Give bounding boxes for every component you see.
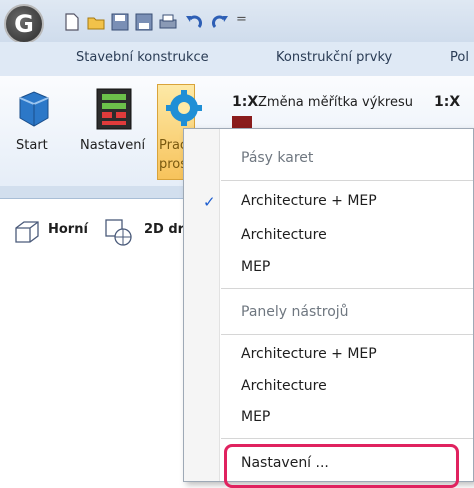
settings-highlight-box [224,444,459,488]
new-file-icon[interactable] [62,12,82,32]
start-button[interactable]: Start [16,138,48,153]
menu-separator [221,180,473,181]
menu-header-toolbars: Panely nástrojů [241,304,349,320]
2d-drawing-icon[interactable] [104,218,134,248]
tab-pol[interactable]: Pol [450,50,469,65]
nastaveni-button[interactable]: Nastavení [80,138,145,153]
open-folder-icon[interactable] [86,12,106,32]
menu-item-ribbon-architecture-mep[interactable]: Architecture + MEP [241,193,377,209]
horni-view-label[interactable]: Horní [48,222,88,237]
print-icon[interactable] [158,12,178,32]
app-logo[interactable]: G [4,4,44,44]
start-icon[interactable] [14,88,54,130]
menu-item-ribbon-architecture[interactable]: Architecture [241,227,327,243]
scale-info-icon[interactable]: 1:X [434,94,460,110]
redo-icon[interactable] [210,12,230,32]
save-icon[interactable] [110,12,130,32]
save-as-icon[interactable] [134,12,154,32]
scale-second-icon[interactable] [232,116,252,128]
ribbon-tab-bar [0,42,474,77]
menu-item-toolbar-architecture[interactable]: Architecture [241,378,327,394]
menu-item-toolbar-architecture-mep[interactable]: Architecture + MEP [241,346,377,362]
tab-stavebni-konstrukce[interactable]: Stavební konstrukce [76,50,209,65]
menu-item-ribbon-mep[interactable]: MEP [241,259,270,275]
tab-konstrukcni-prvky[interactable]: Konstrukční prvky [276,50,392,65]
top-view-icon[interactable] [12,218,40,246]
settings-panel-icon[interactable] [94,86,134,132]
menu-item-toolbar-mep[interactable]: MEP [241,409,270,425]
dropdown-icon[interactable]: = [236,12,247,27]
menu-separator [221,288,473,289]
undo-icon[interactable] [184,12,204,32]
change-scale-command[interactable]: Změna měřítka výkresu [258,95,413,110]
menu-separator [221,438,473,439]
menu-icon-gutter [184,129,220,481]
gear-icon [166,90,202,126]
scale-prefix: 1:X [232,94,259,110]
menu-header-ribbons: Pásy karet [241,150,314,166]
checkmark-icon: ✓ [203,193,216,211]
menu-separator [221,334,473,335]
